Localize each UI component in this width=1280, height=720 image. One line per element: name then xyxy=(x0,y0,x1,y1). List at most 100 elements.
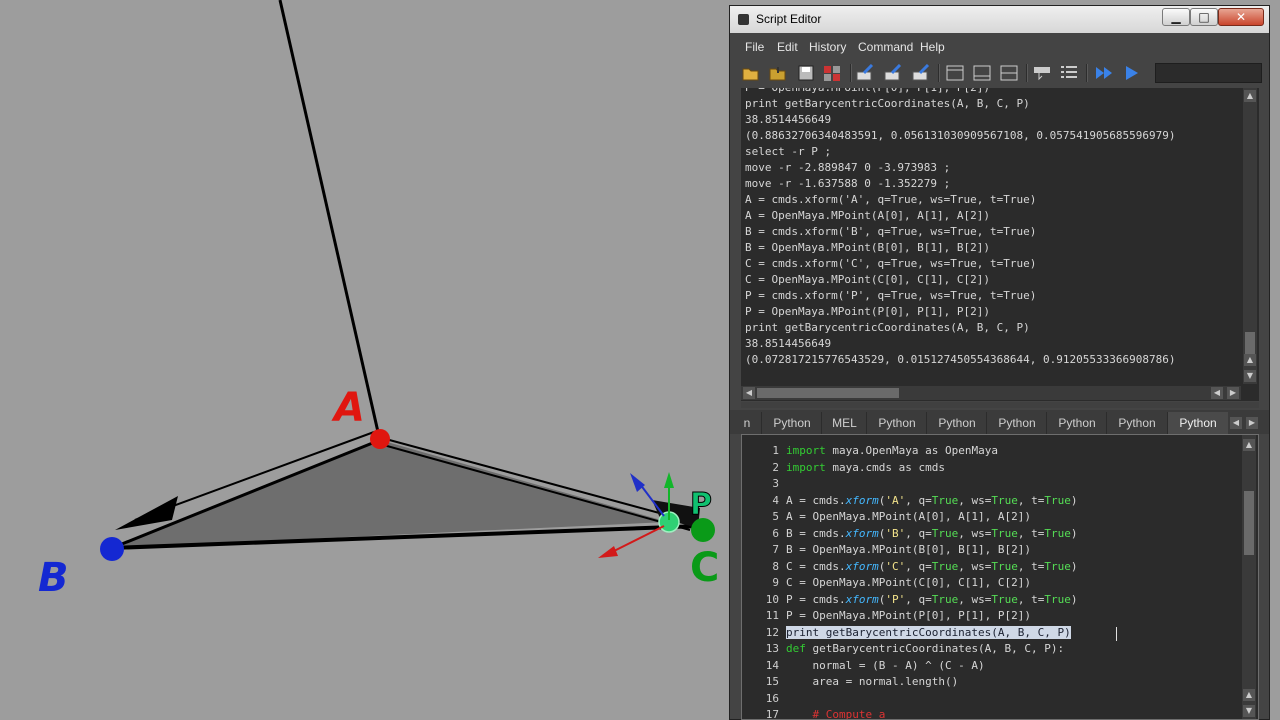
clear-history-icon[interactable] xyxy=(856,64,874,82)
code-line: import maya.cmds as cmds xyxy=(786,460,945,476)
show-input-only-icon[interactable] xyxy=(973,64,991,82)
code-token: True xyxy=(991,493,1018,507)
tab-1[interactable]: Python xyxy=(761,412,822,434)
code-token: B = cmds. xyxy=(786,526,846,540)
history-output: P = OpenMaya.MPoint(P[0], P[1], P[2])pri… xyxy=(745,88,1239,384)
tab-4[interactable]: Python xyxy=(926,412,987,434)
line-number: 17 xyxy=(765,708,779,719)
line-number: 2 xyxy=(772,460,779,474)
scroll-down-icon[interactable]: ▼ xyxy=(1243,705,1255,717)
manip-x-arrow[interactable] xyxy=(598,546,618,558)
code-token: , ws= xyxy=(958,526,992,540)
script-input-editor[interactable]: 1 import maya.OpenMaya as OpenMaya 2 import… xyxy=(741,434,1259,720)
show-history-only-icon[interactable] xyxy=(946,64,964,82)
close-button[interactable]: ✕ xyxy=(1218,8,1264,26)
window-titlebar[interactable]: Script Editor ▁ □ ✕ xyxy=(730,6,1269,33)
code-token: normal = (B - A) ^ (C - A) xyxy=(786,658,985,672)
code-token: , q= xyxy=(905,526,932,540)
tab-0[interactable]: n xyxy=(736,412,758,434)
code-line: A = cmds.xform('A', q=True, ws=True, t=T… xyxy=(786,493,1077,509)
scroll-left-icon[interactable]: ◀ xyxy=(1211,387,1223,399)
history-scroll-thumb[interactable] xyxy=(1245,332,1255,354)
history-horizontal-scrollbar[interactable]: ◀ ◀ ▶ xyxy=(741,386,1241,400)
tab-7[interactable]: Python xyxy=(1106,412,1167,434)
history-hscroll-thumb[interactable] xyxy=(757,388,899,398)
scroll-up-icon[interactable]: ▲ xyxy=(1244,90,1256,102)
show-line-numbers-icon[interactable] xyxy=(1060,64,1078,82)
line-number: 16 xyxy=(765,691,779,705)
maximize-button[interactable]: □ xyxy=(1190,8,1218,26)
menu-bar: File Edit History Command Help xyxy=(730,33,1269,59)
code-token: P = cmds. xyxy=(786,592,846,606)
history-vertical-scrollbar[interactable]: ▲ ▲ ▼ xyxy=(1243,88,1257,384)
code-token: A = cmds. xyxy=(786,493,846,507)
echo-all-commands-icon[interactable] xyxy=(1033,64,1051,82)
line-number: 15 xyxy=(765,675,779,688)
code-token: True xyxy=(1044,526,1071,540)
tab-2[interactable]: MEL xyxy=(821,412,867,434)
scroll-left-icon[interactable]: ◀ xyxy=(743,387,755,399)
code-token: True xyxy=(1044,559,1071,573)
history-line: B = OpenMaya.MPoint(B[0], B[1], B[2]) xyxy=(745,241,991,254)
maya-app-icon xyxy=(738,14,749,25)
scroll-up-icon[interactable]: ▲ xyxy=(1243,439,1255,451)
clear-input-icon[interactable] xyxy=(884,64,902,82)
editor-vertical-scrollbar[interactable]: ▲ ▲ ▼ xyxy=(1242,435,1256,719)
tab-8-active[interactable]: Python xyxy=(1167,412,1228,434)
code-token: True xyxy=(991,592,1018,606)
code-token: , q= xyxy=(905,592,932,606)
menu-command[interactable]: Command xyxy=(858,40,913,54)
scroll-up-icon[interactable]: ▲ xyxy=(1244,354,1256,366)
script-editor-window[interactable]: Script Editor ▁ □ ✕ File Edit History Co… xyxy=(729,5,1270,720)
quick-help-field[interactable] xyxy=(1155,63,1262,83)
code-token: ) xyxy=(1070,559,1078,573)
history-pane[interactable]: P = OpenMaya.MPoint(P[0], P[1], P[2])pri… xyxy=(741,88,1259,401)
show-both-icon[interactable] xyxy=(1000,64,1018,82)
code-line: import maya.OpenMaya as OpenMaya xyxy=(786,443,998,459)
line-number: 7 xyxy=(772,543,779,556)
save-to-shelf-icon[interactable] xyxy=(823,64,841,82)
tab-scroll-left-icon[interactable]: ◀ xyxy=(1230,417,1242,429)
point-b[interactable] xyxy=(100,537,124,561)
tab-3[interactable]: Python xyxy=(866,412,927,434)
tab-scroll-right-icon[interactable]: ▶ xyxy=(1246,417,1258,429)
toolbar-separator xyxy=(1086,64,1088,82)
scroll-up-icon[interactable]: ▲ xyxy=(1243,689,1255,701)
menu-history[interactable]: History xyxy=(809,40,846,54)
line-number: 6 xyxy=(772,526,779,540)
history-line: move -r -2.889847 0 -3.973983 ; xyxy=(745,161,951,174)
minimize-button[interactable]: ▁ xyxy=(1162,8,1190,26)
clear-all-icon[interactable] xyxy=(912,64,930,82)
tab-5[interactable]: Python xyxy=(986,412,1047,434)
code-token: , ws= xyxy=(958,559,992,573)
history-line: 38.8514456649 xyxy=(745,337,832,350)
code-token: C = OpenMaya.MPoint(C[0], C[1], C[2]) xyxy=(786,576,1032,589)
menu-edit[interactable]: Edit xyxy=(777,40,798,54)
manip-y-arrow[interactable] xyxy=(664,472,674,488)
history-line: P = OpenMaya.MPoint(P[0], P[1], P[2]) xyxy=(745,305,991,318)
editor-scroll-thumb[interactable] xyxy=(1244,491,1254,555)
scroll-right-icon[interactable]: ▶ xyxy=(1227,387,1239,399)
source-script-icon[interactable] xyxy=(769,64,787,82)
code-token: maya.OpenMaya as OpenMaya xyxy=(825,444,998,457)
code-line: area = normal.length() xyxy=(786,674,958,690)
execute-all-icon[interactable] xyxy=(1095,64,1113,82)
history-line: C = OpenMaya.MPoint(C[0], C[1], C[2]) xyxy=(745,273,991,286)
code-token: 'P' xyxy=(885,592,906,606)
code-token: True xyxy=(1044,493,1071,507)
tab-6[interactable]: Python xyxy=(1046,412,1107,434)
save-script-icon[interactable] xyxy=(797,64,815,82)
line-number: 12 xyxy=(765,625,779,639)
point-a[interactable] xyxy=(370,429,390,449)
menu-help[interactable]: Help xyxy=(920,40,945,54)
menu-file[interactable]: File xyxy=(745,40,764,54)
tab-bar: n Python MEL Python Python Python Python… xyxy=(730,410,1269,434)
execute-icon[interactable] xyxy=(1122,64,1140,82)
code-token: 'B' xyxy=(885,526,906,540)
line-number: 3 xyxy=(772,477,779,490)
pane-splitter[interactable] xyxy=(741,402,1259,408)
code-token: ) xyxy=(1070,592,1078,606)
open-script-icon[interactable] xyxy=(742,64,760,82)
line-number: 9 xyxy=(772,576,779,589)
scroll-down-icon[interactable]: ▼ xyxy=(1244,370,1256,382)
